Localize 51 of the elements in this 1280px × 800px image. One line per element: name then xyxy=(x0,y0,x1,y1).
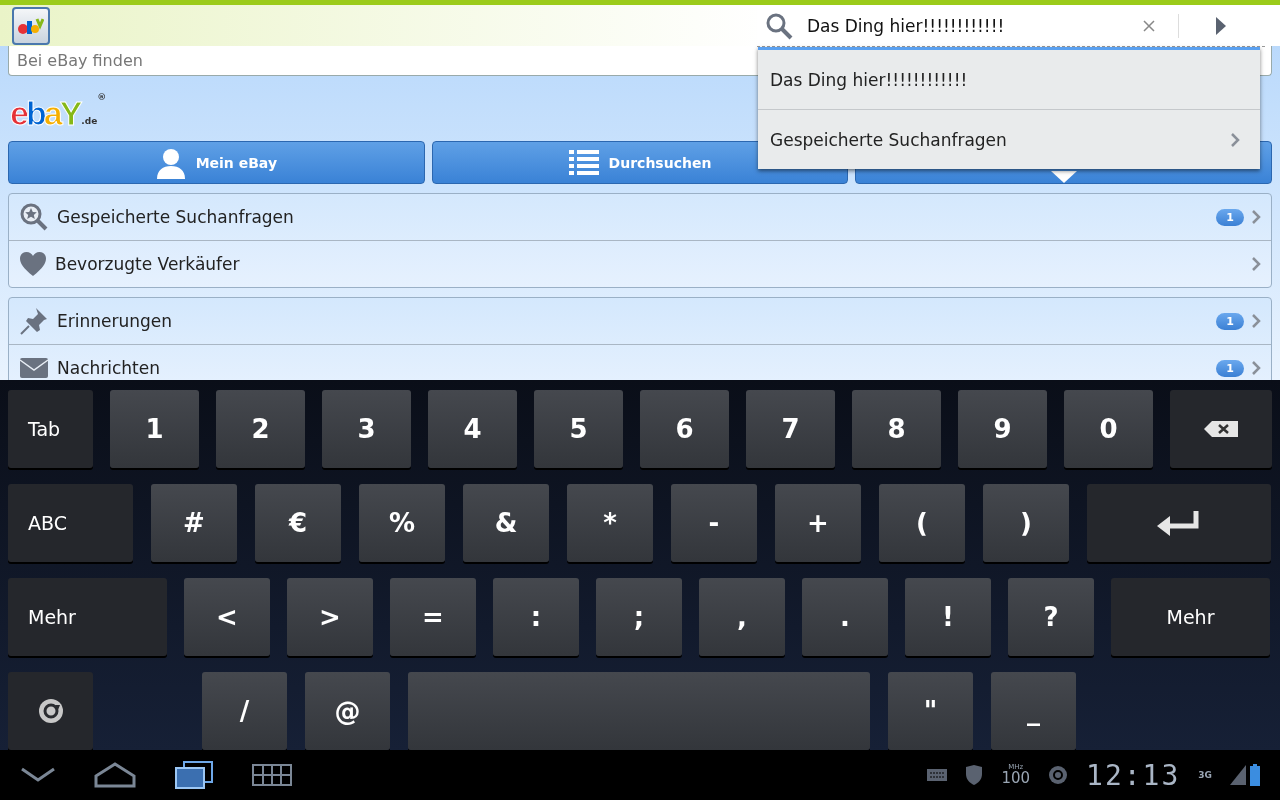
key[interactable]: / xyxy=(202,672,287,750)
key[interactable]: 7 xyxy=(746,390,835,468)
key[interactable]: 2 xyxy=(216,390,305,468)
key[interactable]: " xyxy=(888,672,973,750)
suggestion-item[interactable]: Gespeicherte Suchanfragen xyxy=(758,109,1260,169)
key[interactable]: , xyxy=(699,578,785,656)
network-type: 3G xyxy=(1198,770,1212,780)
key[interactable]: : xyxy=(493,578,579,656)
key[interactable]: 3 xyxy=(322,390,411,468)
key[interactable]: Mehr xyxy=(1111,578,1270,656)
count-badge: 1 xyxy=(1216,359,1244,377)
key[interactable]: 5 xyxy=(534,390,623,468)
key[interactable]: ? xyxy=(1008,578,1094,656)
menu-label: Gespeicherte Suchanfragen xyxy=(57,207,295,227)
clock: 12:13 xyxy=(1086,758,1181,792)
key[interactable]: ; xyxy=(596,578,682,656)
key[interactable]: 1 xyxy=(110,390,199,468)
count-badge: 1 xyxy=(1216,312,1244,330)
search-input[interactable]: Das Ding hier!!!!!!!!!!!! xyxy=(807,15,1119,36)
key[interactable]: * xyxy=(567,484,653,562)
key[interactable]: # xyxy=(151,484,237,562)
key[interactable]: ABC xyxy=(8,484,133,562)
key[interactable]: 0 xyxy=(1064,390,1153,468)
key[interactable]: Tab xyxy=(8,390,93,468)
key[interactable]: ! xyxy=(905,578,991,656)
key[interactable]: < xyxy=(184,578,270,656)
menu-label: Nachrichten xyxy=(57,358,161,378)
key[interactable]: Mehr xyxy=(8,578,167,656)
menu-item[interactable]: Gespeicherte Suchanfragen 1 xyxy=(9,194,1271,240)
key[interactable]: € xyxy=(255,484,341,562)
key[interactable]: % xyxy=(359,484,445,562)
key[interactable]: _ xyxy=(991,672,1076,750)
menu-item[interactable]: Erinnerungen 1 xyxy=(9,298,1271,344)
menu-label: Bevorzugte Verkäufer xyxy=(55,254,241,274)
key[interactable]: @ xyxy=(305,672,390,750)
key[interactable]: 6 xyxy=(640,390,729,468)
key[interactable]: ) xyxy=(983,484,1069,562)
key[interactable]: 9 xyxy=(958,390,1047,468)
count-badge: 1 xyxy=(1216,208,1244,226)
key[interactable]: 8 xyxy=(852,390,941,468)
key[interactable]: = xyxy=(390,578,476,656)
ebay-logo: ebaY.de ® xyxy=(10,91,107,130)
key[interactable]: 4 xyxy=(428,390,517,468)
key[interactable]: + xyxy=(775,484,861,562)
key[interactable]: . xyxy=(802,578,888,656)
menu-item[interactable]: Bevorzugte Verkäufer xyxy=(9,240,1271,287)
key[interactable]: > xyxy=(287,578,373,656)
key[interactable]: - xyxy=(671,484,757,562)
key[interactable]: & xyxy=(463,484,549,562)
key[interactable]: ( xyxy=(879,484,965,562)
menu-label: Erinnerungen xyxy=(57,311,174,331)
